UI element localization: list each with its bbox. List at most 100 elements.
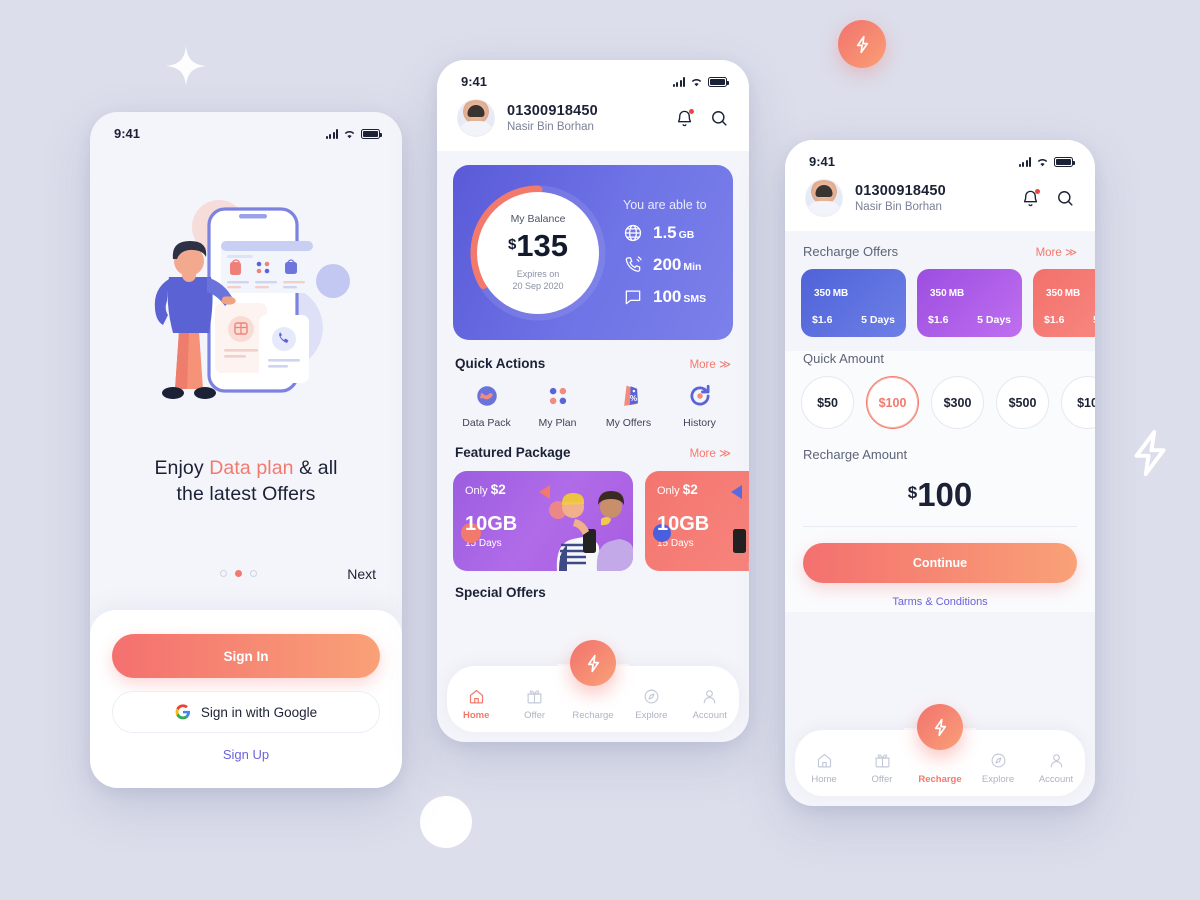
history-icon <box>690 384 710 406</box>
recharge-fab-button[interactable] <box>570 640 616 686</box>
quick-amount-chip[interactable]: $500 <box>996 376 1049 429</box>
quick-action-my-offers[interactable]: % My Offers <box>597 383 661 429</box>
recharge-offers-more-link[interactable]: More ≫ <box>1036 245 1077 259</box>
special-offers-title: Special Offers <box>455 585 546 600</box>
featured-more-link[interactable]: More ≫ <box>690 446 731 460</box>
featured-package-row: Only $2 10GB 15 Days Only $2 10GB 15 Day… <box>437 460 749 571</box>
balance-expiry: Expires on 20 Sep 2020 <box>512 268 563 292</box>
quick-amount-chip[interactable]: $50 <box>801 376 854 429</box>
minutes-value: 200 <box>653 255 682 274</box>
offer-size: 350 <box>1046 288 1063 299</box>
divider <box>803 526 1077 527</box>
able-to-title: You are able to <box>623 198 707 212</box>
offer-unit: MB <box>832 288 849 299</box>
recharge-amount-header: Recharge Amount <box>785 447 1095 462</box>
app-header: 01300918450 Nasir Bin Borhan <box>437 95 749 151</box>
status-time: 9:41 <box>114 126 141 141</box>
recharge-amount-title: Recharge Amount <box>803 447 908 462</box>
status-time: 9:41 <box>809 154 836 169</box>
bell-icon[interactable] <box>1021 188 1040 208</box>
next-button[interactable]: Next <box>347 566 376 582</box>
quick-amount-chip[interactable]: $10 <box>1061 376 1095 429</box>
package-only-label: Only <box>657 485 683 497</box>
recharge-amount-value[interactable]: $100 <box>785 462 1095 526</box>
signal-icon <box>672 76 685 87</box>
wifi-icon <box>1037 158 1048 166</box>
package-card[interactable]: Only $2 10GB 15 Days <box>645 471 749 571</box>
expires-label: Expires on <box>516 268 560 279</box>
search-icon[interactable] <box>710 109 729 128</box>
continue-button[interactable]: Continue <box>803 543 1077 583</box>
sign-in-button[interactable]: Sign In <box>112 634 380 678</box>
recharge-offer-card[interactable]: 350MB $1.6 5 Days <box>801 269 906 337</box>
nav-item-account[interactable]: Account <box>1028 752 1084 785</box>
nav-item-explore[interactable]: Explore <box>970 752 1026 785</box>
wifi-icon <box>691 78 702 86</box>
quick-actions-more-link[interactable]: More ≫ <box>690 357 731 371</box>
status-bar: 9:41 <box>437 60 749 95</box>
google-button-label: Sign in with Google <box>200 704 318 720</box>
sign-up-link[interactable]: Sign Up <box>112 747 380 762</box>
message-icon <box>625 290 641 305</box>
nav-item-recharge[interactable]: Recharge <box>565 688 621 721</box>
recharge-offers-title: Recharge Offers <box>803 244 899 259</box>
four-dots-icon <box>549 387 566 405</box>
bottom-navigation: Home Offer Recharge Explore Account <box>437 640 749 742</box>
nav-label: Home <box>811 774 837 785</box>
nav-item-offer[interactable]: Offer <box>507 688 563 721</box>
recharge-offer-card[interactable]: 350MB $1.6 5 Days <box>917 269 1022 337</box>
avatar[interactable] <box>805 179 843 217</box>
quick-action-data-pack[interactable]: Data Pack <box>455 383 519 429</box>
status-bar: 9:41 <box>785 140 1095 175</box>
onboarding-illustration <box>90 147 402 447</box>
recharge-fab-button[interactable] <box>917 704 963 750</box>
nav-item-home[interactable]: Home <box>796 752 852 785</box>
nav-item-account[interactable]: Account <box>682 688 738 721</box>
phone-call-icon <box>625 256 642 272</box>
offer-validity: 5 Days <box>1093 314 1095 326</box>
featured-package-title: Featured Package <box>455 445 571 460</box>
package-card[interactable]: Only $2 10GB 15 Days <box>453 471 633 571</box>
quick-amount-chip-selected[interactable]: $100 <box>866 376 919 429</box>
quick-action-my-plan[interactable]: My Plan <box>526 383 590 429</box>
balance-amount: $135 <box>508 230 568 261</box>
recharge-currency: $ <box>907 483 918 502</box>
recharge-offer-card[interactable]: 350MB $1.6 5 Days <box>1033 269 1095 337</box>
nav-item-offer[interactable]: Offer <box>854 752 910 785</box>
bell-icon[interactable] <box>675 108 694 128</box>
terms-and-conditions-link[interactable]: Tarms & Conditions <box>785 596 1095 608</box>
lightning-bolt-icon <box>587 654 599 672</box>
quick-amount-chip[interactable]: $300 <box>931 376 984 429</box>
nav-label: Explore <box>981 774 1015 785</box>
recharge-panel: Quick Amount $50 $100 $300 $500 $10 Rech… <box>785 351 1095 612</box>
sparkle-icon <box>162 42 210 90</box>
package-price: $2 <box>682 482 698 497</box>
nav-label: Home <box>462 710 490 721</box>
circle-decoration <box>420 796 472 848</box>
offer-size: 350 <box>930 288 947 299</box>
nav-item-home[interactable]: Home <box>448 688 504 721</box>
quick-amount-row: $50 $100 $300 $500 $10 <box>785 366 1095 429</box>
recharge-offers-header: Recharge Offers More ≫ <box>785 244 1095 259</box>
lightning-bolt-badge <box>838 20 886 68</box>
dot-2-active[interactable] <box>235 570 242 578</box>
quick-amount-header: Quick Amount <box>785 351 1095 366</box>
quick-action-history[interactable]: History <box>668 383 732 429</box>
avatar[interactable] <box>457 99 495 137</box>
nav-item-explore[interactable]: Explore <box>623 688 679 721</box>
offer-validity: 5 Days <box>861 314 895 326</box>
dot-3[interactable] <box>250 570 257 578</box>
gift-icon <box>527 690 542 704</box>
account-phone-number: 01300918450 <box>855 183 946 199</box>
nav-item-recharge[interactable]: Recharge <box>912 752 968 785</box>
dot-1[interactable] <box>220 570 227 578</box>
balance-value: 135 <box>516 227 569 263</box>
svg-text:%: % <box>629 394 636 403</box>
balance-item-minutes: 200 Min <box>623 255 717 275</box>
quick-amount-title: Quick Amount <box>803 351 884 366</box>
google-sign-in-button[interactable]: Sign in with Google <box>112 691 380 733</box>
gift-icon <box>874 754 890 768</box>
nav-label: Offer <box>524 710 546 721</box>
lightning-bolt-icon <box>934 718 946 736</box>
search-icon[interactable] <box>1056 189 1075 208</box>
